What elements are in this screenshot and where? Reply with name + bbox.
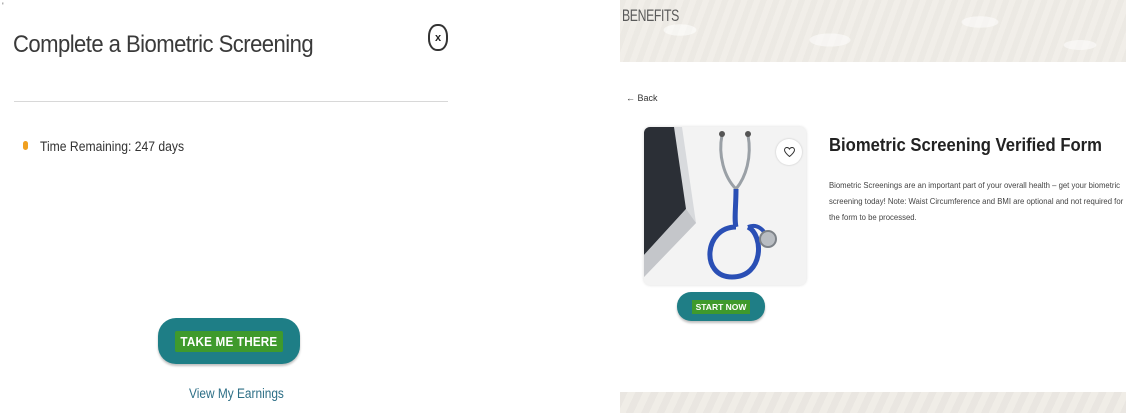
biometric-modal: ' Complete a Biometric Screening x Time … [0,0,470,413]
start-now-button[interactable]: START NOW [677,292,765,321]
close-button[interactable]: x [428,24,448,51]
back-link[interactable]: ← Back [626,93,658,103]
close-icon: x [434,31,442,44]
take-me-there-label: TAKE ME THERE [175,330,283,352]
heart-icon [783,147,795,157]
divider [14,101,448,102]
view-my-earnings-link[interactable]: View My Earnings [189,386,284,401]
benefits-page: BENEFITS ← Back START NOW Biometric Scre… [620,0,1126,413]
time-remaining: Time Remaining: 247 days [40,139,185,154]
banner-title: BENEFITS [622,6,679,25]
status-dot [23,141,28,150]
form-description: Biometric Screenings are an important pa… [829,180,1124,222]
start-now-label: START NOW [691,299,751,314]
modal-title: Complete a Biometric Screening [13,31,314,58]
form-title: Biometric Screening Verified Form [829,134,1102,155]
benefits-banner: BENEFITS [620,0,1126,62]
favorite-button[interactable] [776,139,802,165]
take-me-there-button[interactable]: TAKE ME THERE [158,318,300,364]
footer-band [620,392,1126,413]
corner-mark: ' [2,1,4,11]
